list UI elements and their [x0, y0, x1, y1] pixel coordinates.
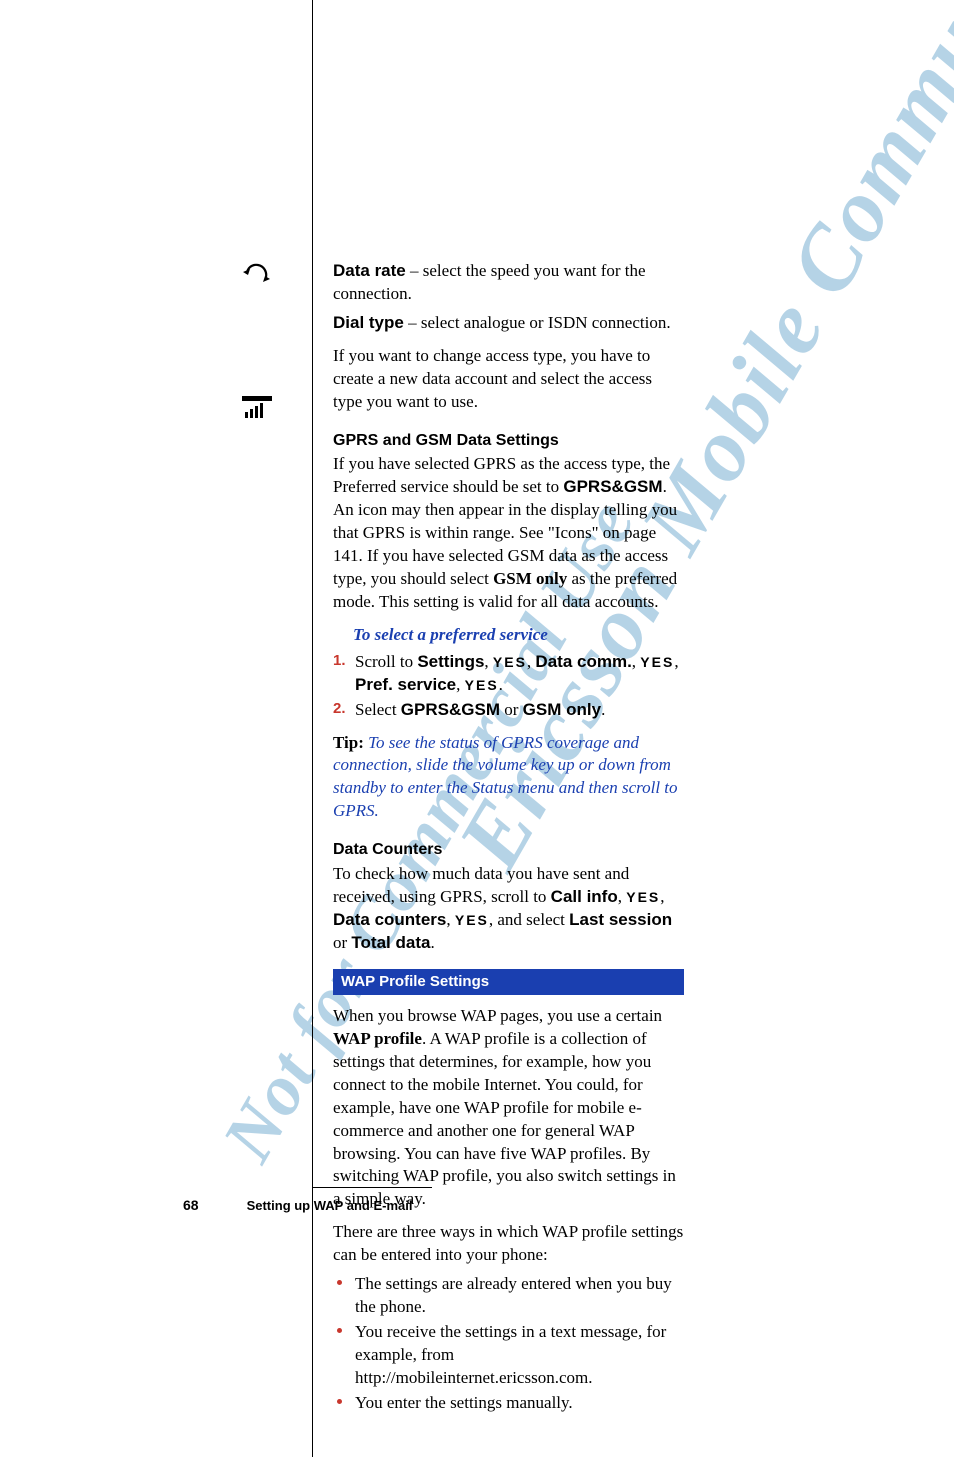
dial-type-text: – select analogue or ISDN connection. [404, 313, 671, 332]
counters-or: or [333, 933, 351, 952]
data-rate-line: Data rate – select the speed you want fo… [333, 260, 684, 306]
wap-bullet-3-text: You enter the settings manually. [355, 1393, 573, 1412]
gprs-body-bold1: GPRS&GSM [563, 477, 662, 496]
wap-bullet-1-text: The settings are already entered when yo… [355, 1274, 672, 1316]
change-access-para: If you want to change access type, you h… [333, 345, 684, 414]
wap-p1-bold: WAP profile [333, 1029, 422, 1048]
gprs-body-bold2: GSM only [493, 569, 567, 588]
wap-p1: When you browse WAP pages, you use a cer… [333, 1005, 684, 1211]
bullet-icon [337, 1399, 342, 1404]
wap-section-bar: WAP Profile Settings [333, 969, 684, 995]
step-2-or: or [500, 700, 523, 719]
wap-p1-pre: When you browse WAP pages, you use a cer… [333, 1006, 662, 1025]
step-2-text: Select [355, 700, 401, 719]
counters-total: Total data [351, 933, 430, 952]
counters-last: Last session [569, 910, 672, 929]
bullet-icon [337, 1280, 342, 1285]
wap-bullet-1: The settings are already entered when yo… [333, 1273, 684, 1319]
step-1: 1. Scroll to Settings, YES, Data comm., … [333, 651, 684, 697]
counters-yes2: YES [455, 912, 489, 928]
wap-bullet-2-text: You receive the settings in a text messa… [355, 1322, 666, 1387]
dial-type-label: Dial type [333, 313, 404, 332]
tip-text: To see the status of GPRS coverage and c… [333, 733, 678, 821]
signal-icon [237, 396, 277, 418]
wap-bullet-2: You receive the settings in a text messa… [333, 1321, 684, 1390]
counters-yes1: YES [626, 889, 660, 905]
tip-label: Tip: [333, 733, 368, 752]
wap-p2: There are three ways in which WAP profil… [333, 1221, 684, 1267]
main-content: Data rate – select the speed you want fo… [312, 0, 684, 1457]
counters-body: To check how much data you have sent and… [333, 863, 684, 955]
footer-rule [312, 1187, 432, 1188]
wap-bullets: The settings are already entered when yo… [333, 1273, 684, 1415]
page-footer: 68 Setting up WAP and E-mail [183, 1196, 703, 1215]
step-1-yes1: YES [493, 654, 527, 670]
counters-select: , and select [489, 910, 569, 929]
step-1-num: 1. [333, 651, 346, 671]
footer-title: Setting up WAP and E-mail [247, 1197, 413, 1215]
wap-bullet-3: You enter the settings manually. [333, 1392, 684, 1415]
step-1-datacomm: Data comm. [535, 652, 631, 671]
gprs-body: If you have selected GPRS as the access … [333, 453, 684, 614]
tip-block: Tip: To see the status of GPRS coverage … [333, 732, 684, 824]
step-1-pref: Pref. service [355, 675, 456, 694]
gprs-heading: GPRS and GSM Data Settings [333, 430, 684, 452]
counters-heading: Data Counters [333, 839, 684, 861]
step-1-yes3: YES [465, 677, 499, 693]
step-1-settings: Settings [417, 652, 484, 671]
wap-p1-post: . A WAP profile is a collection of setti… [333, 1029, 676, 1209]
step-2-opt1: GPRS&GSM [401, 700, 500, 719]
step-2-num: 2. [333, 699, 346, 719]
data-rate-label: Data rate [333, 261, 406, 280]
bullet-icon [337, 1328, 342, 1333]
rotate-icon [237, 262, 277, 286]
counters-callinfo: Call info [551, 887, 618, 906]
counters-datacounters: Data counters [333, 910, 446, 929]
step-1-text: Scroll to [355, 652, 417, 671]
step-1-yes2: YES [640, 654, 674, 670]
dial-type-line: Dial type – select analogue or ISDN conn… [333, 312, 684, 335]
page-number: 68 [183, 1196, 199, 1215]
step-2-opt2: GSM only [523, 700, 601, 719]
preferred-service-heading: To select a preferred service [353, 624, 684, 647]
steps-list: 1. Scroll to Settings, YES, Data comm., … [333, 651, 684, 722]
step-2: 2. Select GPRS&GSM or GSM only. [333, 699, 684, 722]
